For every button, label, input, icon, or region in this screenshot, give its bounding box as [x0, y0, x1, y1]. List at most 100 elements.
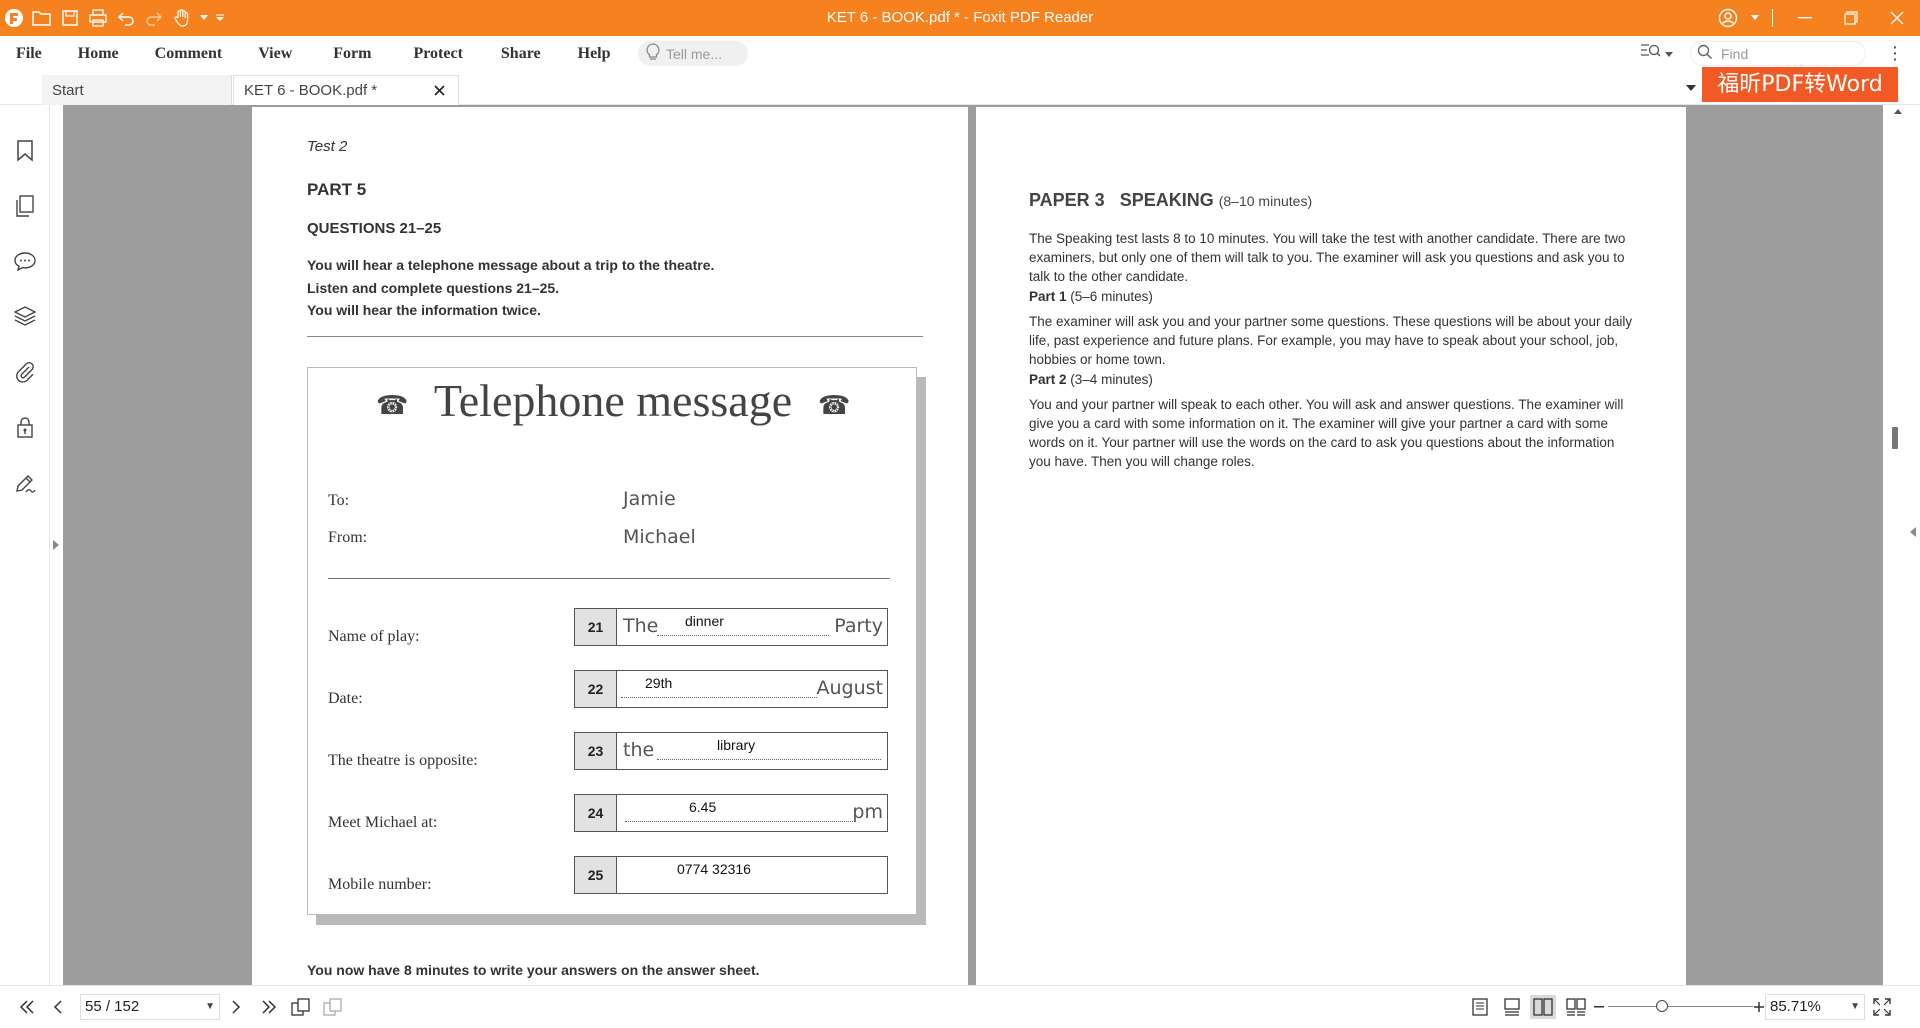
to-label: To:	[328, 492, 350, 509]
mobile-number-label: Mobile number:	[328, 876, 432, 893]
answer-dotted-line	[621, 697, 817, 698]
answer-24-field[interactable]: 24 6.45 pm	[574, 794, 888, 832]
part1-title: Part 1	[1029, 289, 1067, 304]
rotate-view-icon[interactable]	[288, 995, 314, 1019]
paper-title: PAPER 3 SPEAKING	[1029, 190, 1214, 210]
expand-right-panel-icon[interactable]	[1908, 517, 1918, 547]
play-name-label: Name of play:	[328, 628, 420, 645]
undo-icon[interactable]	[112, 0, 140, 36]
window-controls	[1708, 0, 1920, 36]
scrollbar-thumb[interactable]	[1892, 427, 1898, 449]
close-tab-icon[interactable]	[430, 81, 448, 99]
tab-document-label: KET 6 - BOOK.pdf *	[244, 82, 378, 99]
zoom-slider-thumb[interactable]	[1655, 1000, 1668, 1012]
page-number-input[interactable]: 55 / 152 ▼	[80, 994, 220, 1020]
menu-comment[interactable]: Comment	[139, 36, 239, 71]
search-options[interactable]	[1640, 41, 1680, 66]
part2-heading: Part 2 (3–4 minutes)	[1029, 372, 1153, 387]
answer-prefix: the	[623, 739, 655, 761]
tab-document[interactable]: KET 6 - BOOK.pdf *	[233, 75, 459, 105]
answer-21-field[interactable]: 21 The dinner Party	[574, 608, 888, 646]
attachments-icon[interactable]	[10, 357, 40, 387]
previous-page-icon[interactable]	[48, 995, 68, 1019]
menu-file[interactable]: File	[0, 36, 58, 71]
title-bar: KET 6 - BOOK.pdf * - Foxit PDF Reader	[0, 0, 1920, 36]
close-window-icon[interactable]	[1874, 0, 1920, 36]
account-dropdown-icon[interactable]	[1748, 0, 1762, 36]
vertical-scrollbar[interactable]	[1883, 105, 1920, 985]
answer-22-field[interactable]: 22 29th August	[574, 670, 888, 708]
comments-panel-icon[interactable]	[10, 246, 40, 276]
part1-text: The examiner will ask you and your partn…	[1029, 314, 1633, 367]
open-folder-icon[interactable]	[28, 0, 56, 36]
answer-suffix: pm	[852, 801, 883, 823]
extract-pages-icon[interactable]	[320, 995, 346, 1019]
restore-icon[interactable]	[1828, 0, 1874, 36]
tab-start-label: Start	[52, 81, 84, 99]
document-viewport[interactable]: Test 2 PART 5 QUESTIONS 21–25 You will h…	[63, 105, 1883, 985]
zoom-in-icon[interactable]	[1752, 995, 1766, 1019]
page-thumbnails-icon[interactable]	[10, 191, 40, 221]
continuous-view-icon[interactable]	[1500, 995, 1524, 1019]
zoom-out-icon[interactable]	[1592, 995, 1606, 1019]
message-divider	[328, 578, 890, 579]
part1-duration: (5–6 minutes)	[1070, 289, 1153, 304]
title-separator	[1762, 0, 1782, 36]
scroll-up-arrow-icon[interactable]	[1887, 105, 1909, 117]
more-options-icon[interactable]: ⋮	[1885, 41, 1905, 66]
find-input[interactable]: Find	[1690, 41, 1866, 66]
answer-text: 29th	[645, 675, 673, 691]
from-value: Michael	[623, 526, 696, 548]
tab-start[interactable]: Start	[42, 75, 232, 105]
zoom-dropdown-icon[interactable]: ▼	[1850, 995, 1860, 1019]
single-page-view-icon[interactable]	[1468, 995, 1492, 1019]
hand-tool-dropdown-icon[interactable]	[196, 0, 212, 36]
search-options-dropdown-icon	[1665, 45, 1673, 63]
menu-help[interactable]: Help	[558, 36, 631, 71]
answer-dotted-line	[657, 635, 829, 636]
question-number: 21	[575, 609, 617, 645]
account-icon[interactable]	[1708, 0, 1748, 36]
menu-protect[interactable]: Protect	[392, 36, 483, 71]
full-screen-icon[interactable]	[1870, 995, 1894, 1019]
layers-icon[interactable]	[10, 301, 40, 331]
foxit-logo-icon[interactable]	[0, 0, 28, 36]
tell-me-box[interactable]: Tell me...	[638, 41, 748, 66]
page-dropdown-icon[interactable]: ▼	[205, 995, 215, 1019]
first-page-icon[interactable]	[14, 995, 40, 1019]
window-title: KET 6 - BOOK.pdf * - Foxit PDF Reader	[826, 9, 1094, 26]
menu-share[interactable]: Share	[484, 36, 558, 71]
tab-list-dropdown-icon[interactable]	[1682, 76, 1700, 100]
facing-view-icon[interactable]	[1530, 995, 1556, 1019]
find-placeholder: Find	[1721, 45, 1749, 62]
security-lock-icon[interactable]	[10, 412, 40, 442]
paper-heading: PAPER 3 SPEAKING (8–10 minutes)	[1029, 190, 1312, 211]
menu-form[interactable]: Form	[312, 36, 392, 71]
next-page-icon[interactable]	[226, 995, 246, 1019]
tell-me-placeholder: Tell me...	[666, 45, 723, 62]
convert-to-word-button[interactable]: 福昕PDF转Word	[1702, 67, 1898, 102]
answer-25-field[interactable]: 25 0774 32316	[574, 856, 888, 894]
instruction-line: You will hear a telephone message about …	[307, 257, 715, 273]
expand-sidebar-icon[interactable]	[50, 530, 62, 560]
part1-heading: Part 1 (5–6 minutes)	[1029, 289, 1153, 304]
answer-suffix: August	[816, 677, 884, 699]
continuous-facing-view-icon[interactable]	[1563, 995, 1589, 1019]
answer-23-field[interactable]: 23 the library	[574, 732, 888, 770]
minimize-icon[interactable]	[1782, 0, 1828, 36]
bookmarks-icon[interactable]	[10, 136, 40, 166]
zoom-slider-track[interactable]	[1608, 1006, 1753, 1007]
menu-home[interactable]: Home	[58, 36, 139, 71]
last-page-icon[interactable]	[256, 995, 282, 1019]
part-heading: PART 5	[307, 180, 367, 199]
signature-icon[interactable]	[10, 468, 40, 498]
customize-toolbar-icon[interactable]	[212, 0, 228, 36]
zoom-level-input[interactable]: 85.71% ▼	[1765, 994, 1865, 1020]
print-icon[interactable]	[84, 0, 112, 36]
answer-text: 6.45	[689, 799, 717, 815]
answer-prefix: The	[623, 615, 659, 637]
hand-tool-icon[interactable]	[168, 0, 196, 36]
save-icon[interactable]	[56, 0, 84, 36]
redo-icon[interactable]	[140, 0, 168, 36]
menu-view[interactable]: View	[238, 36, 312, 71]
